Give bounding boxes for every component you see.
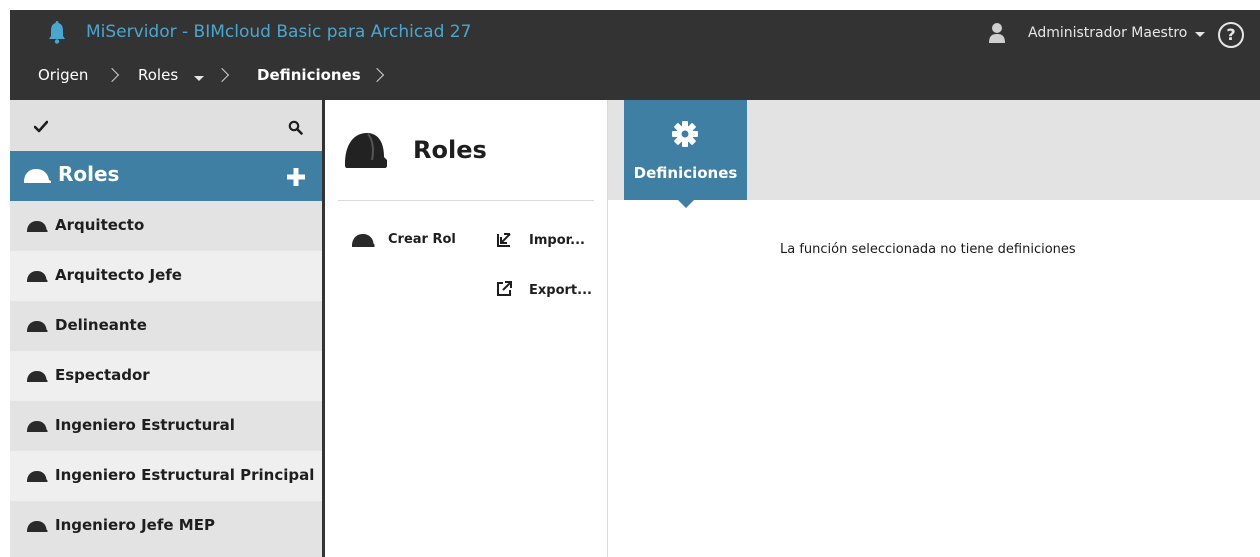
list-item-label: Ingeniero Jefe MEP: [55, 516, 215, 534]
bell-icon[interactable]: [48, 20, 66, 44]
app-title: MiServidor - BIMcloud Basic para Archica…: [86, 22, 472, 42]
list-item-label: Arquitecto: [55, 216, 145, 234]
export-button[interactable]: Export...: [529, 283, 592, 298]
breadcrumb-separator-icon: [104, 67, 120, 83]
sidebar-toolbar: [10, 100, 322, 150]
list-item[interactable]: Ingeniero Estructural Principal: [10, 451, 322, 501]
top-header: MiServidor - BIMcloud Basic para Archica…: [10, 10, 1260, 100]
tab-strip: Definiciones: [608, 100, 1260, 200]
chevron-down-icon[interactable]: [194, 76, 204, 81]
roles-sidebar: Roles Arquitecto Arquitecto Jefe Delinea…: [10, 100, 325, 557]
list-item-label: Arquitecto Jefe: [55, 266, 182, 284]
helmet-icon: [27, 271, 48, 282]
import-button[interactable]: Impor...: [529, 233, 585, 248]
list-item[interactable]: Delineante: [10, 301, 322, 351]
definitions-content: Definiciones La función seleccionada no …: [608, 100, 1260, 557]
list-item[interactable]: Arquitecto Jefe: [10, 251, 322, 301]
search-icon[interactable]: [288, 120, 303, 135]
helmet-icon: [27, 221, 48, 232]
active-tab-indicator: [678, 200, 694, 208]
import-icon: [497, 233, 511, 247]
panel-title: Roles: [413, 136, 487, 164]
export-icon: [497, 281, 512, 296]
divider: [338, 200, 594, 201]
chevron-down-icon[interactable]: [1195, 32, 1205, 37]
helmet-icon: [352, 234, 375, 247]
role-list: Arquitecto Arquitecto Jefe Delineante Es…: [10, 201, 322, 551]
gear-icon: [672, 121, 698, 147]
user-icon[interactable]: [988, 22, 1006, 44]
list-item[interactable]: Espectador: [10, 351, 322, 401]
roles-section-title: Roles: [58, 162, 120, 186]
breadcrumb-roles[interactable]: Roles: [138, 66, 178, 84]
list-item[interactable]: Arquitecto: [10, 201, 322, 251]
empty-state-message: La función seleccionada no tiene definic…: [780, 242, 1076, 257]
helmet-icon: [27, 521, 48, 532]
breadcrumb-definiciones: Definiciones: [257, 66, 361, 84]
helmet-icon: [27, 421, 48, 432]
helmet-icon: [27, 371, 48, 382]
roles-section-header: Roles: [10, 151, 322, 201]
user-menu-name[interactable]: Administrador Maestro: [1028, 25, 1187, 41]
list-item-label: Ingeniero Estructural: [55, 416, 235, 434]
help-icon[interactable]: ?: [1218, 22, 1244, 48]
list-item-label: Ingeniero Estructural Principal: [55, 466, 315, 484]
breadcrumb-origen[interactable]: Origen: [38, 66, 88, 84]
list-item-label: Delineante: [55, 316, 147, 334]
list-item[interactable]: Ingeniero Estructural: [10, 401, 322, 451]
list-item-label: Espectador: [55, 366, 150, 384]
title-bar: MiServidor - BIMcloud Basic para Archica…: [10, 10, 1260, 58]
helmet-icon: [27, 471, 48, 482]
breadcrumb-separator-icon: [214, 67, 230, 83]
helmet-icon: [345, 133, 387, 168]
create-role-button[interactable]: Crear Rol: [388, 232, 456, 247]
roles-panel: Roles Crear Rol Impor... Export...: [325, 100, 608, 557]
list-item[interactable]: Ingeniero Jefe MEP: [10, 501, 322, 551]
helmet-icon: [24, 169, 51, 183]
bimcloud-app: MiServidor - BIMcloud Basic para Archica…: [0, 0, 1260, 557]
add-role-icon[interactable]: [286, 167, 306, 187]
tab-label: Definiciones: [633, 164, 738, 182]
tab-definiciones[interactable]: Definiciones: [624, 100, 747, 200]
check-icon[interactable]: [34, 120, 48, 134]
breadcrumb-separator-icon: [369, 67, 385, 83]
helmet-icon: [27, 321, 48, 332]
